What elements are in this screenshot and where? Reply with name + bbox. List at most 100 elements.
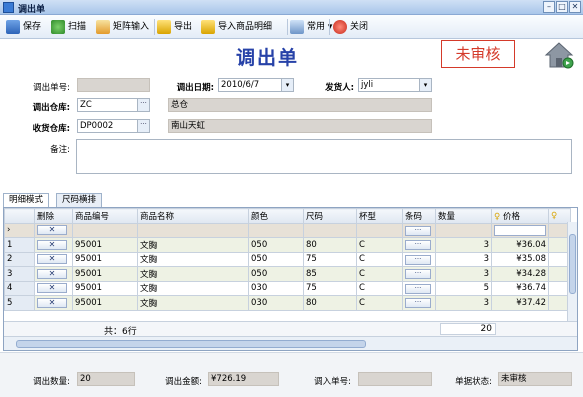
grid-horizontal-scrollbar[interactable] bbox=[4, 336, 577, 350]
barcode-button[interactable]: ··· bbox=[405, 283, 431, 294]
delete-button[interactable]: ✕ bbox=[37, 297, 67, 308]
sender-dropdown-icon[interactable]: ▾ bbox=[419, 79, 431, 91]
barcode-cell[interactable]: ··· bbox=[402, 237, 436, 253]
cup-cell[interactable]: C bbox=[356, 251, 403, 267]
col-header-barcode[interactable]: 条码 bbox=[402, 208, 436, 224]
barcode-button[interactable]: ··· bbox=[405, 298, 431, 309]
grid-vertical-scrollbar[interactable] bbox=[567, 222, 577, 321]
cup-cell[interactable]: C bbox=[356, 280, 403, 296]
scrollbar-thumb[interactable] bbox=[569, 234, 576, 294]
tab-size-horizontal[interactable]: 尺码横排 bbox=[56, 193, 103, 207]
filter-cell[interactable] bbox=[137, 222, 249, 238]
barcode-cell[interactable]: ··· bbox=[402, 280, 436, 296]
delete-button[interactable]: ✕ bbox=[37, 283, 67, 294]
code-cell[interactable]: 95001 bbox=[72, 237, 138, 253]
filter-cell[interactable]: ··· bbox=[402, 222, 436, 238]
save-button[interactable]: 保存 bbox=[6, 19, 41, 35]
col-header-cup[interactable]: 杯型 bbox=[356, 208, 403, 224]
import-detail-button[interactable]: 导入商品明细 bbox=[201, 19, 272, 35]
delete-button[interactable]: ✕ bbox=[37, 268, 67, 279]
col-header-price[interactable]: ♀ 价格 bbox=[491, 208, 549, 224]
name-cell[interactable]: 文胸 bbox=[137, 266, 249, 282]
scan-button[interactable]: 扫描 bbox=[51, 19, 86, 35]
calendar-dropdown-icon[interactable]: ▾ bbox=[281, 79, 293, 91]
code-cell[interactable]: 95001 bbox=[72, 295, 138, 311]
barcode-button[interactable]: ··· bbox=[405, 254, 431, 265]
recv-warehouse-lookup-button[interactable]: ··· bbox=[137, 120, 149, 132]
doc-no-field[interactable] bbox=[77, 78, 150, 92]
out-date-field[interactable]: 2010/6/7 ▾ bbox=[218, 78, 294, 92]
barcode-cell[interactable]: ··· bbox=[402, 266, 436, 282]
delete-cell[interactable]: ✕ bbox=[34, 237, 73, 253]
color-cell[interactable]: 050 bbox=[248, 251, 304, 267]
delete-cell[interactable]: ✕ bbox=[34, 251, 73, 267]
out-warehouse-code-field[interactable]: ZC ··· bbox=[77, 98, 150, 112]
col-header-code[interactable]: 商品编号 bbox=[72, 208, 138, 224]
table-row[interactable]: 1 ✕ 95001 文胸 050 80 C ··· 3 ¥36.04 bbox=[4, 237, 571, 253]
matrix-input-button[interactable]: 矩阵输入 bbox=[96, 19, 149, 35]
size-cell[interactable]: 75 bbox=[303, 251, 357, 267]
close-window-button[interactable]: ✕ bbox=[569, 1, 581, 13]
filter-cell[interactable] bbox=[303, 222, 357, 238]
qty-cell[interactable]: 3 bbox=[435, 251, 492, 267]
remark-field[interactable] bbox=[76, 139, 572, 174]
col-header-more[interactable]: ♀ bbox=[548, 208, 571, 224]
scrollbar-thumb[interactable] bbox=[16, 340, 366, 348]
col-header-size[interactable]: 尺码 bbox=[303, 208, 357, 224]
color-cell[interactable]: 050 bbox=[248, 266, 304, 282]
price-cell[interactable]: ¥37.42 bbox=[491, 295, 549, 311]
table-row[interactable]: 4 ✕ 95001 文胸 030 75 C ··· 5 ¥36.74 bbox=[4, 280, 571, 296]
sender-field[interactable]: jyli ▾ bbox=[358, 78, 432, 92]
export-button[interactable]: 导出 bbox=[157, 19, 192, 35]
barcode-button[interactable]: ··· bbox=[405, 225, 431, 236]
cup-cell[interactable]: C bbox=[356, 295, 403, 311]
color-cell[interactable]: 050 bbox=[248, 237, 304, 253]
size-cell[interactable]: 80 bbox=[303, 295, 357, 311]
delete-cell[interactable]: ✕ bbox=[34, 280, 73, 296]
size-cell[interactable]: 85 bbox=[303, 266, 357, 282]
price-input[interactable] bbox=[494, 224, 546, 236]
filter-cell[interactable] bbox=[248, 222, 304, 238]
col-header-name[interactable]: 商品名称 bbox=[137, 208, 249, 224]
delete-button[interactable]: ✕ bbox=[37, 254, 67, 265]
col-header-qty[interactable]: 数量 bbox=[435, 208, 492, 224]
home-icon[interactable] bbox=[544, 40, 574, 70]
qty-cell[interactable]: 3 bbox=[435, 295, 492, 311]
filter-cell[interactable] bbox=[72, 222, 138, 238]
qty-cell[interactable]: 3 bbox=[435, 237, 492, 253]
color-cell[interactable]: 030 bbox=[248, 280, 304, 296]
barcode-cell[interactable]: ··· bbox=[402, 251, 436, 267]
table-row[interactable]: 3 ✕ 95001 文胸 050 85 C ··· 3 ¥34.28 bbox=[4, 266, 571, 282]
code-cell[interactable]: 95001 bbox=[72, 280, 138, 296]
price-cell[interactable]: ¥34.28 bbox=[491, 266, 549, 282]
name-cell[interactable]: 文胸 bbox=[137, 280, 249, 296]
name-cell[interactable]: 文胸 bbox=[137, 251, 249, 267]
size-cell[interactable]: 80 bbox=[303, 237, 357, 253]
barcode-button[interactable]: ··· bbox=[405, 240, 431, 251]
code-cell[interactable]: 95001 bbox=[72, 251, 138, 267]
tab-detail-mode[interactable]: 明细模式 bbox=[3, 193, 50, 207]
delete-cell[interactable]: ✕ bbox=[34, 295, 73, 311]
filter-cell[interactable] bbox=[491, 222, 549, 238]
barcode-button[interactable]: ··· bbox=[405, 269, 431, 280]
barcode-cell[interactable]: ··· bbox=[402, 295, 436, 311]
code-cell[interactable]: 95001 bbox=[72, 266, 138, 282]
cup-cell[interactable]: C bbox=[356, 266, 403, 282]
price-cell[interactable]: ¥36.04 bbox=[491, 237, 549, 253]
qty-cell[interactable]: 5 bbox=[435, 280, 492, 296]
filter-cell[interactable] bbox=[435, 222, 492, 238]
close-button[interactable]: 关闭 bbox=[333, 19, 368, 35]
name-cell[interactable]: 文胸 bbox=[137, 237, 249, 253]
table-row[interactable]: 2 ✕ 95001 文胸 050 75 C ··· 3 ¥35.08 bbox=[4, 251, 571, 267]
price-cell[interactable]: ¥36.74 bbox=[491, 280, 549, 296]
out-warehouse-lookup-button[interactable]: ··· bbox=[137, 99, 149, 111]
recv-warehouse-code-field[interactable]: DP0002 ··· bbox=[77, 119, 150, 133]
delete-cell[interactable]: ✕ bbox=[34, 266, 73, 282]
col-header-delete[interactable]: 删除 bbox=[34, 208, 73, 224]
filter-cell[interactable] bbox=[356, 222, 403, 238]
size-cell[interactable]: 75 bbox=[303, 280, 357, 296]
maximize-button[interactable]: □ bbox=[556, 1, 568, 13]
name-cell[interactable]: 文胸 bbox=[137, 295, 249, 311]
common-menu-button[interactable]: 常用 ▾ bbox=[290, 19, 332, 35]
col-header-color[interactable]: 颜色 bbox=[248, 208, 304, 224]
